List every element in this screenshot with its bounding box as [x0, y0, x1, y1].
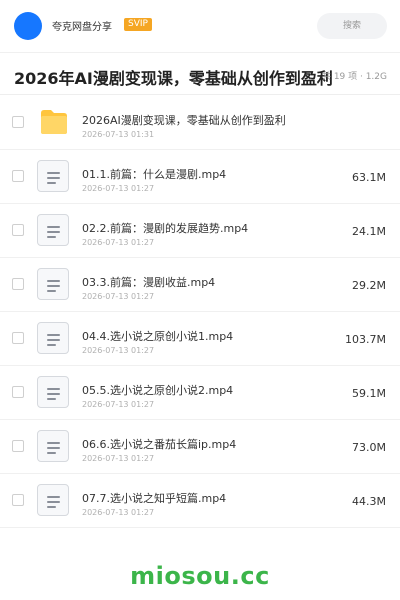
- title-divider: [0, 94, 400, 95]
- file-date: 2026-07-13 01:31: [82, 130, 155, 139]
- file-name[interactable]: 02.2.前篇：漫剧的发展趋势.mp4: [82, 220, 248, 236]
- video-file-icon: [37, 214, 69, 246]
- file-row[interactable]: 2026AI漫剧变现课，零基础从创作到盈利 2026-07-13 01:31: [0, 96, 400, 150]
- search-input[interactable]: 搜索: [317, 13, 387, 39]
- header-divider: [0, 52, 400, 53]
- row-checkbox[interactable]: [12, 116, 24, 128]
- file-row[interactable]: 01.1.前篇：什么是漫剧.mp4 2026-07-13 01:27 63.1M: [0, 150, 400, 204]
- header: 夸克网盘分享 SVIP 搜索: [0, 0, 400, 52]
- file-name[interactable]: 03.3.前篇：漫剧收益.mp4: [82, 274, 215, 290]
- file-row[interactable]: 04.4.选小说之原创小说1.mp4 2026-07-13 01:27 103.…: [0, 312, 400, 366]
- file-name[interactable]: 05.5.选小说之原创小说2.mp4: [82, 382, 233, 398]
- file-name[interactable]: 04.4.选小说之原创小说1.mp4: [82, 328, 233, 344]
- page-title: 2026年AI漫剧变现课，零基础从创作到盈利: [14, 69, 333, 88]
- row-checkbox[interactable]: [12, 386, 24, 398]
- avatar[interactable]: [14, 12, 42, 40]
- video-file-icon: [37, 376, 69, 408]
- file-date: 2026-07-13 01:27: [82, 346, 155, 355]
- file-date: 2026-07-13 01:27: [82, 184, 155, 193]
- row-checkbox[interactable]: [12, 332, 24, 344]
- video-file-icon: [37, 160, 69, 192]
- share-name: 夸克网盘分享: [52, 22, 112, 33]
- file-name[interactable]: 07.7.选小说之知乎短篇.mp4: [82, 490, 226, 506]
- file-row[interactable]: 03.3.前篇：漫剧收益.mp4 2026-07-13 01:27 29.2M: [0, 258, 400, 312]
- file-size: 44.3M: [352, 495, 386, 508]
- video-file-icon: [37, 484, 69, 516]
- file-row[interactable]: 02.2.前篇：漫剧的发展趋势.mp4 2026-07-13 01:27 24.…: [0, 204, 400, 258]
- svip-badge: SVIP: [124, 18, 152, 31]
- file-row[interactable]: 06.6.选小说之番茄长篇ip.mp4 2026-07-13 01:27 73.…: [0, 420, 400, 474]
- watermark: miosou.cc: [130, 562, 270, 590]
- row-checkbox[interactable]: [12, 494, 24, 506]
- video-file-icon: [37, 430, 69, 462]
- row-checkbox[interactable]: [12, 224, 24, 236]
- file-size: 29.2M: [352, 279, 386, 292]
- file-list: 2026AI漫剧变现课，零基础从创作到盈利 2026-07-13 01:31 0…: [0, 96, 400, 528]
- file-size: 103.7M: [345, 333, 386, 346]
- file-size: 24.1M: [352, 225, 386, 238]
- item-summary: 共 19 项 · 1.2G: [321, 72, 387, 82]
- file-date: 2026-07-13 01:27: [82, 400, 155, 409]
- file-name[interactable]: 01.1.前篇：什么是漫剧.mp4: [82, 166, 226, 182]
- video-file-icon: [37, 268, 69, 300]
- file-row[interactable]: 05.5.选小说之原创小说2.mp4 2026-07-13 01:27 59.1…: [0, 366, 400, 420]
- file-size: 63.1M: [352, 171, 386, 184]
- row-checkbox[interactable]: [12, 170, 24, 182]
- row-checkbox[interactable]: [12, 440, 24, 452]
- file-size: 73.0M: [352, 441, 386, 454]
- file-name[interactable]: 06.6.选小说之番茄长篇ip.mp4: [82, 436, 236, 452]
- file-date: 2026-07-13 01:27: [82, 508, 155, 517]
- row-checkbox[interactable]: [12, 278, 24, 290]
- video-file-icon: [37, 322, 69, 354]
- file-name[interactable]: 2026AI漫剧变现课，零基础从创作到盈利: [82, 112, 286, 128]
- file-date: 2026-07-13 01:27: [82, 292, 155, 301]
- file-date: 2026-07-13 01:27: [82, 454, 155, 463]
- share-page: 夸克网盘分享 SVIP 搜索 2026年AI漫剧变现课，零基础从创作到盈利 共 …: [0, 0, 400, 600]
- file-row[interactable]: 07.7.选小说之知乎短篇.mp4 2026-07-13 01:27 44.3M: [0, 474, 400, 528]
- folder-icon: [41, 110, 67, 134]
- file-date: 2026-07-13 01:27: [82, 238, 155, 247]
- file-size: 59.1M: [352, 387, 386, 400]
